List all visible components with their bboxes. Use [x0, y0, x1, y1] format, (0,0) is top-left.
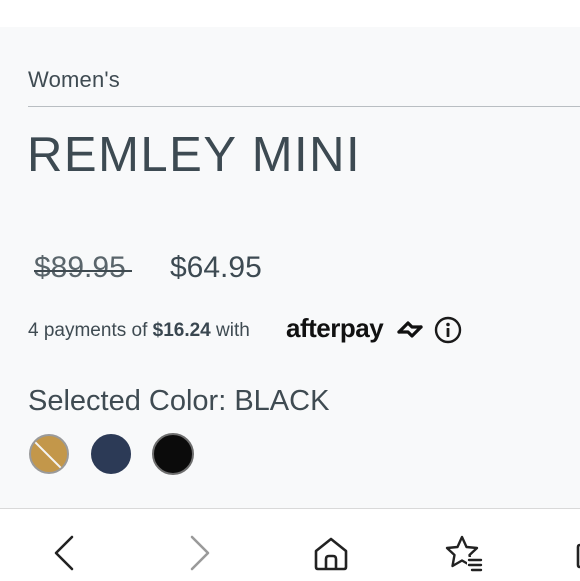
afterpay-row: 4 payments of $16.24 with afterpay: [28, 313, 568, 347]
afterpay-prefix: 4 payments of: [28, 320, 153, 341]
afterpay-arrows-icon: [397, 321, 423, 338]
chevron-right-icon[interactable]: [180, 533, 220, 573]
afterpay-logo: afterpay: [286, 313, 384, 343]
swatch-black[interactable]: [152, 433, 194, 475]
info-icon[interactable]: [434, 316, 462, 344]
afterpay-suffix: with: [210, 320, 250, 341]
swatch-tan[interactable]: [29, 434, 69, 474]
product-detail: Women's REMLEY MINI $89.95 $64.95 4 paym…: [0, 27, 580, 508]
product-category[interactable]: Women's: [28, 67, 120, 93]
selected-color-label: Selected Color: BLACK: [28, 385, 330, 417]
status-bar-area: [0, 0, 580, 27]
chevron-left-icon[interactable]: [44, 533, 84, 573]
unavailable-slash-icon: [31, 438, 67, 472]
favorites-icon[interactable]: [443, 533, 483, 573]
original-price: $89.95: [34, 251, 132, 284]
divider: [28, 106, 580, 107]
sale-price: $64.95: [170, 251, 262, 284]
product-title: REMLEY MINI: [27, 128, 362, 182]
color-swatches: [29, 433, 229, 478]
browser-bottom-nav: [0, 508, 580, 581]
swatch-navy[interactable]: [91, 434, 131, 474]
afterpay-installments: 4 payments of $16.24 with: [28, 320, 250, 342]
home-icon[interactable]: [311, 533, 351, 573]
tabs-icon[interactable]: [570, 533, 580, 573]
afterpay-amount: $16.24: [152, 320, 211, 341]
